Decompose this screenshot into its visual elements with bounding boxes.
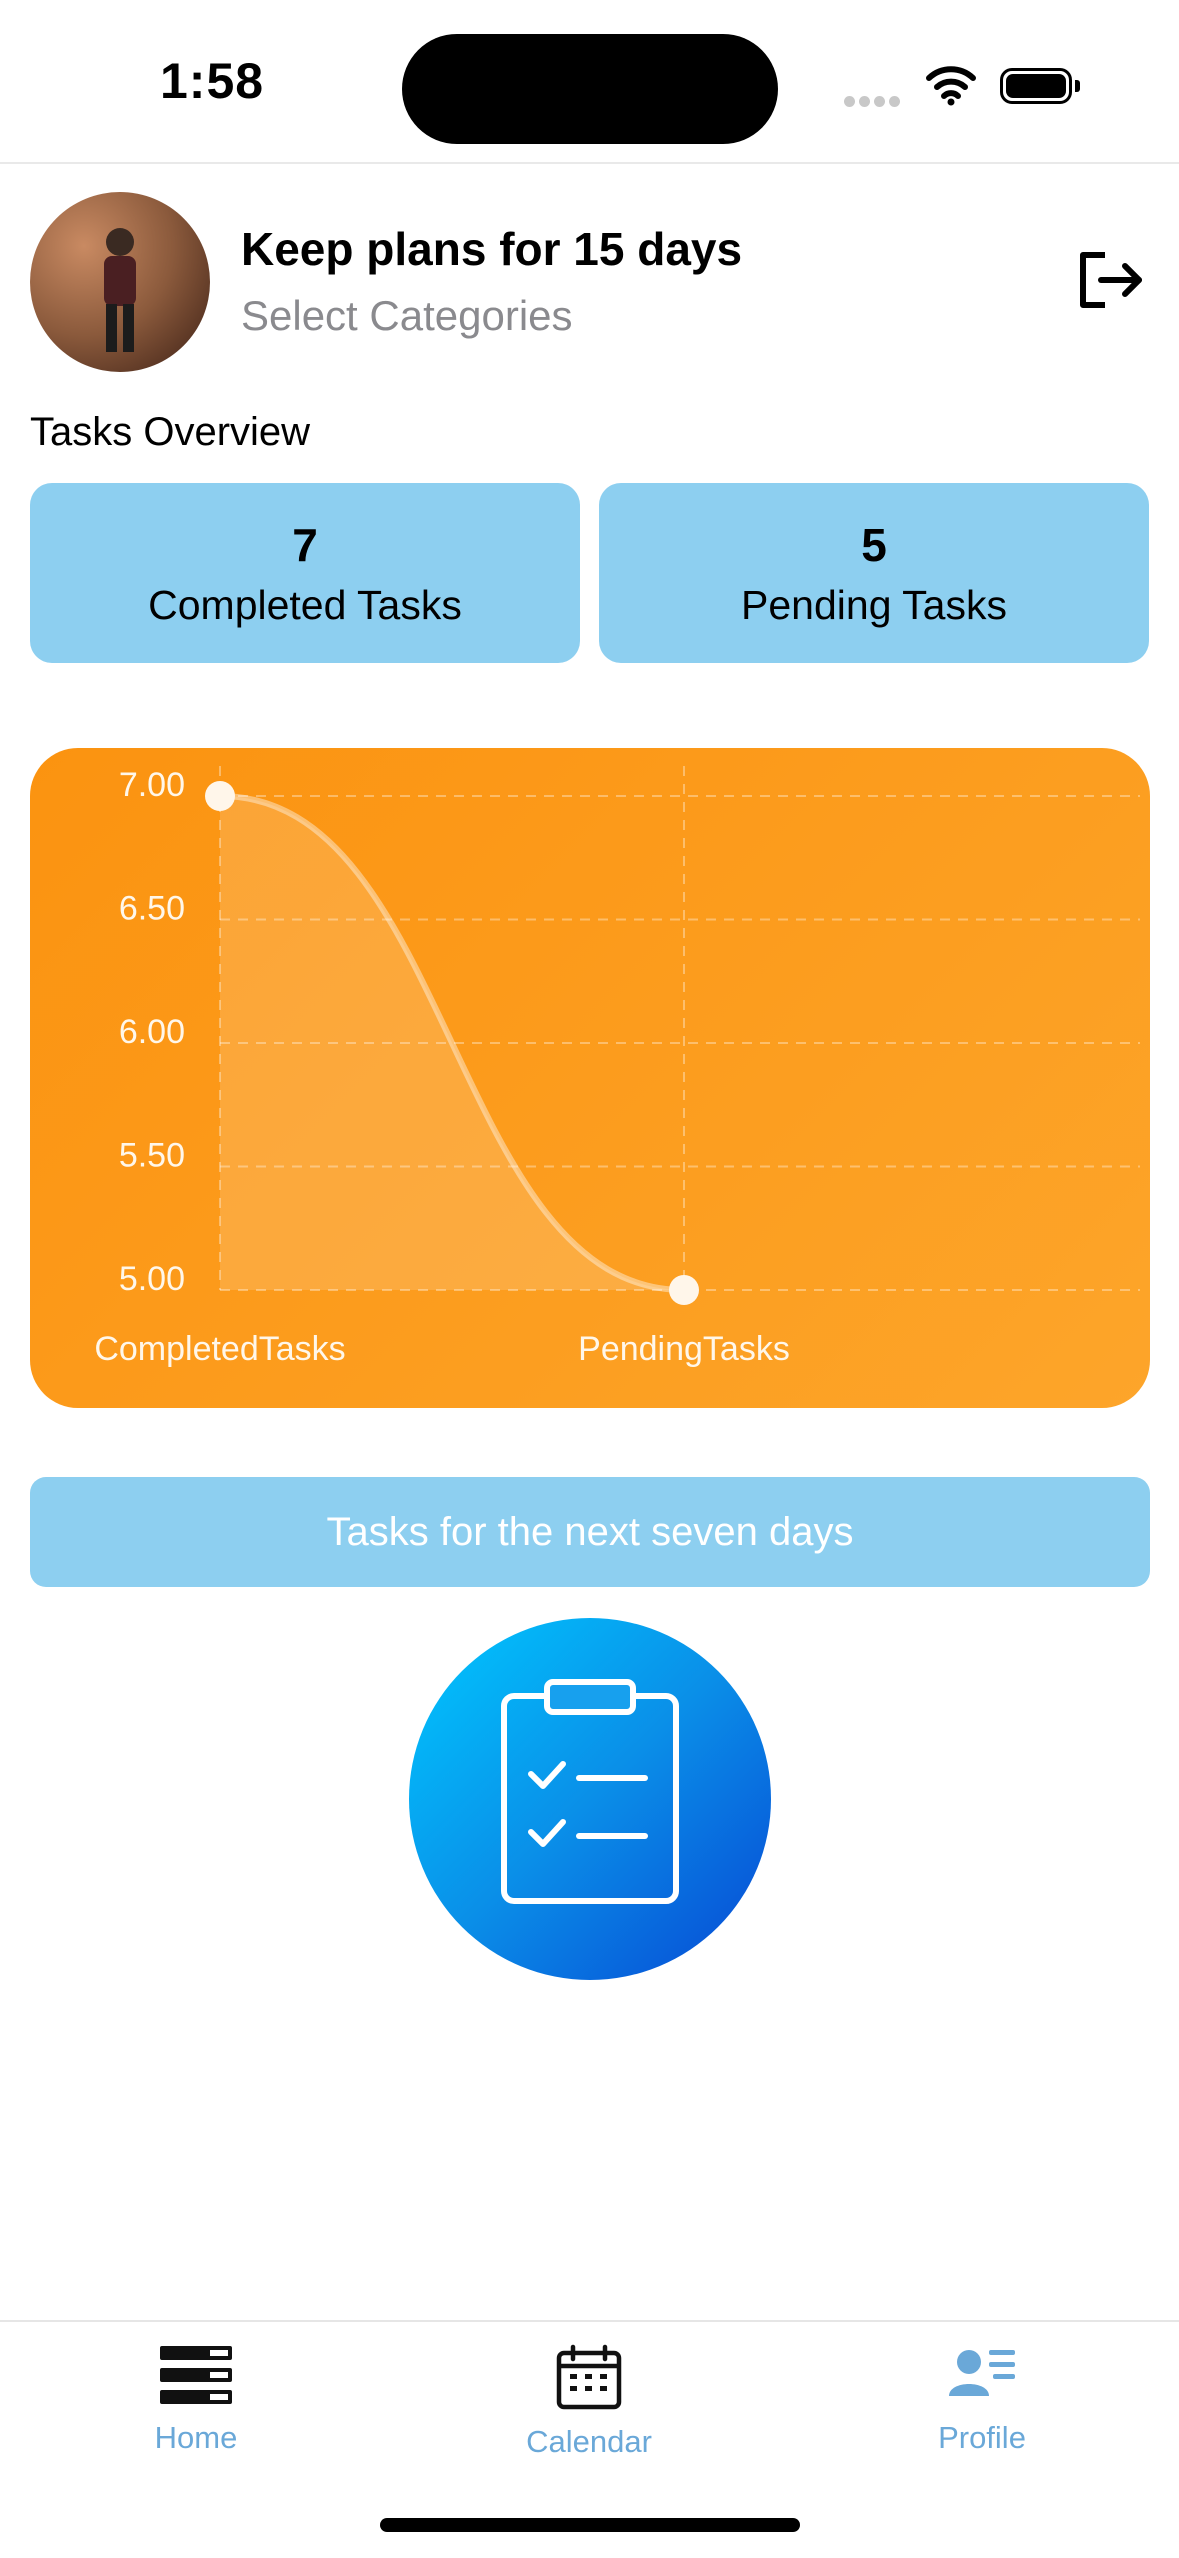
- profile-icon: [949, 2350, 1015, 2396]
- avatar[interactable]: [30, 192, 210, 372]
- home-icon: [160, 2346, 232, 2404]
- pending-tasks-card[interactable]: 5 Pending Tasks: [599, 483, 1149, 663]
- tab-home-label: Home: [154, 2420, 238, 2455]
- select-categories-link[interactable]: Select Categories: [241, 292, 573, 340]
- tab-home[interactable]: Home: [66, 2344, 326, 2456]
- pending-tasks-label: Pending Tasks: [741, 581, 1007, 628]
- logout-icon[interactable]: [1075, 245, 1145, 315]
- tab-profile-label: Profile: [938, 2420, 1026, 2455]
- completed-tasks-label: Completed Tasks: [148, 581, 462, 628]
- tab-calendar[interactable]: Calendar: [459, 2344, 719, 2460]
- page-title: Keep plans for 15 days: [241, 223, 743, 275]
- y-tick-label: 5.00: [119, 1260, 185, 1298]
- completed-tasks-card[interactable]: 7 Completed Tasks: [30, 483, 580, 663]
- home-indicator: [380, 2518, 800, 2532]
- y-tick-label: 5.50: [119, 1137, 185, 1175]
- dynamic-island: [402, 34, 778, 144]
- calendar-icon: [556, 2344, 622, 2410]
- header-divider: [0, 162, 1179, 164]
- data-point: [669, 1275, 699, 1305]
- battery-icon: [1000, 68, 1072, 104]
- tab-profile[interactable]: Profile: [852, 2344, 1112, 2456]
- tasks-overview-label: Tasks Overview: [30, 410, 311, 454]
- tab-calendar-label: Calendar: [526, 2424, 652, 2459]
- avatar-photo: [104, 228, 136, 352]
- status-time: 1:58: [160, 53, 265, 109]
- clipboard-checklist-icon: [501, 1679, 679, 1904]
- tasks-chart: 7.00 6.50 6.00 5.50 5.00 CompletedTasks Pendin…: [30, 748, 1150, 1408]
- tasks-line-chart: 7.00 6.50 6.00 5.50 5.00 CompletedTasks Pendin…: [94, 766, 1140, 1368]
- wifi-icon: [926, 66, 976, 106]
- data-point: [205, 781, 235, 811]
- y-tick-label: 6.00: [119, 1013, 185, 1051]
- y-tick-label: 6.50: [119, 890, 185, 928]
- y-tick-label: 7.00: [119, 766, 185, 804]
- completed-tasks-count: 7: [292, 518, 318, 571]
- cellular-signal-icon: [844, 94, 904, 112]
- battery-tip: [1075, 80, 1080, 92]
- next-seven-days-button[interactable]: Tasks for the next seven days: [30, 1477, 1150, 1587]
- pending-tasks-count: 5: [861, 518, 887, 571]
- x-tick-label: CompletedTasks: [94, 1330, 345, 1368]
- tasks-badge: [409, 1618, 771, 1980]
- x-tick-label: PendingTasks: [578, 1330, 790, 1368]
